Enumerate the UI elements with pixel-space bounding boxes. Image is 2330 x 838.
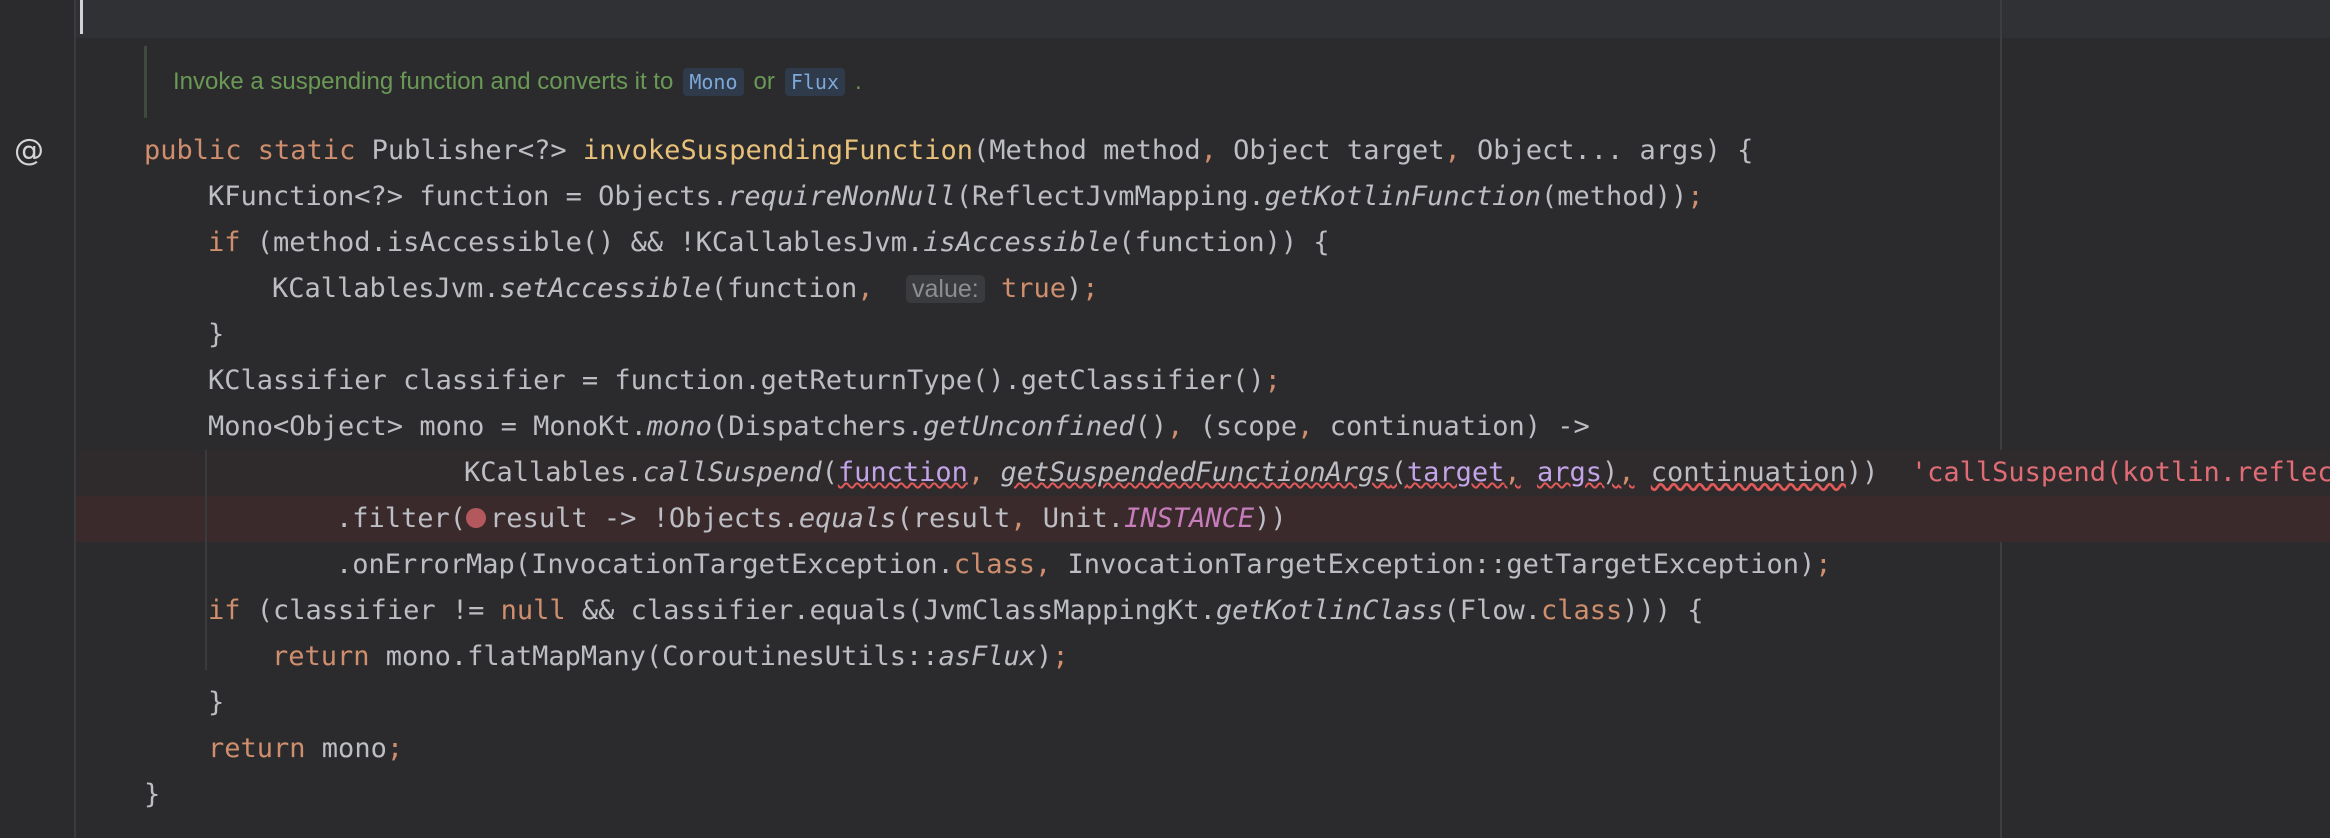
- code-line[interactable]: KCallablesJvm.setAccessible(function, va…: [272, 266, 1099, 312]
- indent-guide: [205, 450, 207, 670]
- code-line[interactable]: KFunction<?> function = Objects.requireN…: [208, 174, 1704, 220]
- doc-text-end: .: [855, 68, 862, 95]
- code-line[interactable]: return mono.flatMapMany(CoroutinesUtils:…: [272, 634, 1069, 680]
- javadoc-rendered: Invoke a suspending function and convert…: [144, 46, 862, 118]
- code-line[interactable]: public static Publisher<?> invokeSuspend…: [144, 128, 1753, 174]
- doc-text-or: or: [753, 68, 775, 95]
- code-line[interactable]: .onErrorMap(InvocationTargetException.cl…: [336, 542, 1832, 588]
- breakpoint-icon[interactable]: [466, 507, 487, 528]
- code-line-error[interactable]: KCallables.callSuspend(function, getSusp…: [464, 450, 2330, 496]
- code-line[interactable]: }: [208, 680, 224, 726]
- right-margin-guide: [2000, 0, 2002, 838]
- at-icon[interactable]: @: [14, 133, 44, 168]
- parameter-hint: value:: [906, 275, 985, 303]
- current-line-highlight: [76, 0, 2330, 38]
- inline-error-message[interactable]: 'callSuspend(kotlin.reflect.KC: [1911, 457, 2330, 488]
- editor-gutter[interactable]: [0, 0, 76, 838]
- code-line[interactable]: if (classifier != null && classifier.equ…: [208, 588, 1704, 634]
- code-line[interactable]: KClassifier classifier = function.getRet…: [208, 358, 1281, 404]
- code-line[interactable]: return mono;: [208, 726, 403, 772]
- code-line[interactable]: }: [208, 312, 224, 358]
- text-caret: [80, 0, 83, 34]
- code-line[interactable]: if (method.isAccessible() && !KCallables…: [208, 220, 1330, 266]
- doc-link-mono[interactable]: Mono: [683, 68, 744, 96]
- doc-link-flux[interactable]: Flux: [784, 68, 846, 96]
- doc-text: Invoke a suspending function and convert…: [173, 68, 674, 95]
- code-line-breakpoint[interactable]: .filter(result -> !Objects.equals(result…: [336, 496, 1287, 542]
- code-line[interactable]: }: [144, 772, 160, 818]
- code-line[interactable]: Mono<Object> mono = MonoKt.mono(Dispatch…: [208, 404, 1590, 450]
